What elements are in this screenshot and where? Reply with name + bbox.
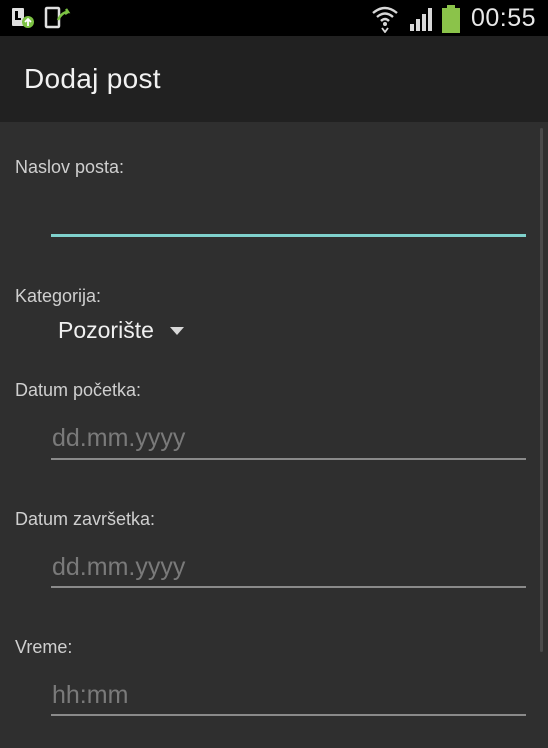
start-date-label: Datum početka: — [15, 380, 142, 400]
end-date-input[interactable] — [51, 544, 526, 590]
time-label: Vreme: — [15, 637, 73, 657]
scrollbar[interactable] — [540, 128, 543, 652]
screen: 00:55 Dodaj post Naslov posta: Kategorij… — [0, 0, 548, 748]
start-date-field[interactable] — [51, 415, 526, 461]
wifi-icon — [372, 6, 398, 33]
status-clock: 00:55 — [470, 4, 536, 32]
dropdown-arrow-icon — [169, 327, 184, 335]
end-date-underline — [51, 586, 526, 588]
title-input[interactable] — [51, 190, 526, 236]
end-date-field[interactable] — [51, 544, 526, 590]
action-bar: Dodaj post — [0, 36, 548, 122]
title-field-label: Naslov posta: — [15, 157, 125, 177]
title-field[interactable] — [51, 190, 526, 236]
end-date-label: Datum završetka: — [15, 509, 156, 529]
battery-icon — [442, 5, 460, 33]
title-field-underline — [51, 234, 526, 237]
start-date-underline — [51, 458, 526, 460]
time-input[interactable] — [51, 672, 526, 718]
form-content[interactable]: Naslov posta: Kategorija: Pozorište Datu… — [0, 122, 548, 748]
category-label: Kategorija: — [15, 286, 102, 306]
signal-icon — [410, 8, 432, 31]
category-selected-value: Pozorište — [58, 316, 154, 343]
time-field[interactable] — [51, 672, 526, 718]
usb-notification-icon — [12, 8, 34, 28]
category-spinner[interactable]: Pozorište — [58, 314, 184, 346]
download-notification-icon — [44, 6, 71, 29]
status-bar: 00:55 — [0, 0, 548, 36]
page-title: Dodaj post — [24, 63, 161, 94]
time-underline — [51, 714, 526, 716]
start-date-input[interactable] — [51, 415, 526, 461]
